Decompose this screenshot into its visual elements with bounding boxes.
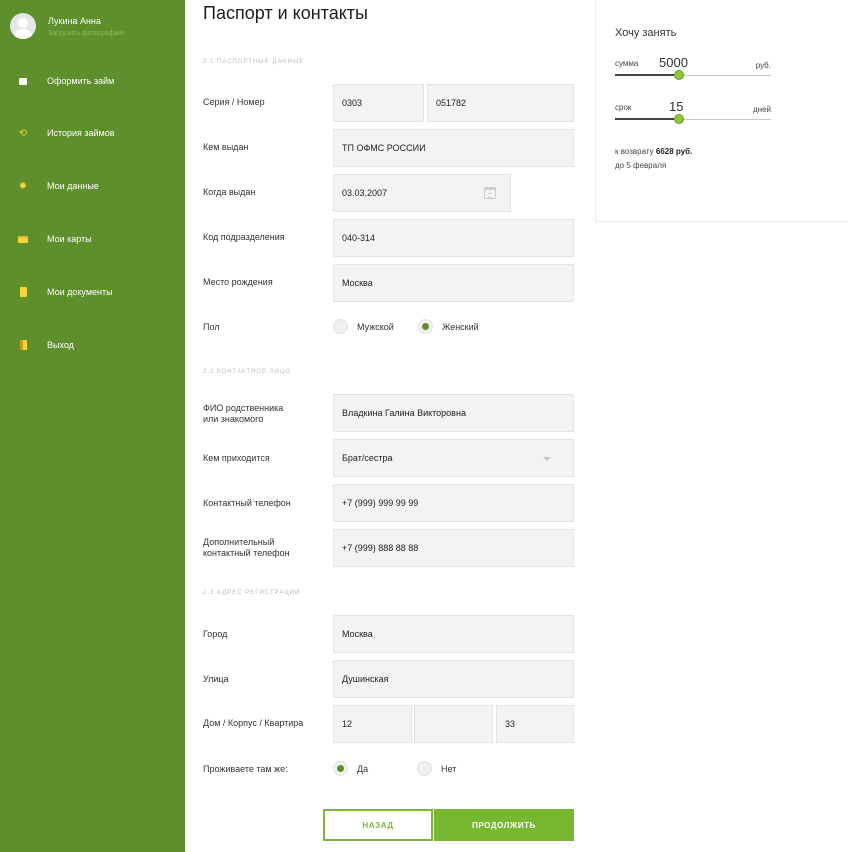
sidebar-item-label: История займов (47, 128, 115, 138)
sum-unit: руб. (755, 61, 771, 70)
contact-phone-input[interactable]: +7 (999) 999 99 99 (333, 484, 574, 522)
live-there-label: Проживаете там же: (203, 764, 288, 774)
term-value: 15 (669, 99, 684, 114)
extra-phone-label: Дополнительный контактный телефон (203, 537, 290, 559)
issued-by-input[interactable]: ТП ОФМС РОССИИ (333, 129, 574, 167)
issued-by-label: Кем выдан (203, 142, 249, 152)
gender-male-option[interactable]: Мужской (333, 319, 394, 334)
extra-phone-input[interactable]: +7 (999) 888 88 88 (333, 529, 574, 567)
sidebar-item-logout[interactable]: Выход (16, 338, 74, 352)
apartment-input[interactable]: 33 (496, 705, 574, 743)
live-there-yes-label: Да (357, 763, 369, 774)
passport-number-input[interactable]: 051782 (427, 84, 574, 122)
extra-phone-label-line1: Дополнительный (203, 537, 275, 547)
section-address-title: 2.3 адрес регистрации (203, 590, 301, 596)
sum-label: сумма (615, 59, 639, 68)
contact-name-label: ФИО родственника или знакомого (203, 403, 283, 425)
series-number-label: Серия / Номер (203, 97, 265, 107)
live-there-no-label: Нет (441, 763, 457, 774)
passport-series-input[interactable]: 0303 (333, 84, 424, 122)
house-input[interactable]: 12 (333, 705, 412, 743)
sidebar-item-label: Мои документы (47, 287, 113, 297)
wallet-icon (16, 74, 30, 88)
sum-slider-track[interactable] (615, 70, 771, 80)
division-code-input[interactable]: 040-314 (333, 219, 574, 257)
issue-date-input[interactable]: 03.03.2007 (333, 174, 511, 212)
gender-male-label: Мужской (357, 321, 394, 332)
gender-female-radio[interactable] (418, 319, 433, 334)
building-input[interactable] (414, 705, 493, 743)
section-passport-title: 2.1 паспортные данные (203, 59, 305, 65)
street-input[interactable]: Душинская (333, 660, 574, 698)
live-there-no-option[interactable]: Нет (417, 761, 456, 776)
issue-date-label: Когда выдан (203, 187, 256, 197)
contact-name-label-line1: ФИО родственника (203, 403, 284, 413)
card-icon (16, 232, 30, 246)
sidebar-item-label: Выход (47, 340, 74, 350)
issue-date-value: 03.03.2007 (342, 188, 388, 198)
due-date: до 5 февраля (615, 161, 667, 170)
relation-select[interactable]: Брат/сестра (333, 439, 574, 477)
contact-name-input[interactable]: Владкина Галина Викторовна (333, 394, 574, 432)
page-title: Паспорт и контакты (203, 3, 368, 23)
gender-female-option[interactable]: Женский (418, 319, 479, 334)
contact-phone-label: Контактный телефон (203, 498, 291, 508)
sum-value: 5000 (659, 55, 688, 70)
return-amount: 6628 руб. (655, 147, 693, 156)
user-name: Лукина Анна (48, 16, 101, 26)
term-slider-handle[interactable] (673, 114, 684, 124)
contact-name-label-line2: или знакомого (203, 414, 264, 424)
sidebar-item-label: Мои данные (47, 181, 99, 191)
birthplace-label: Место рождения (203, 277, 273, 287)
return-amount-text: к возврату 6628 руб. (615, 147, 692, 156)
relation-label: Кем приходится (203, 453, 270, 463)
back-button[interactable]: Назад (323, 809, 433, 841)
sum-slider-handle[interactable] (673, 70, 684, 80)
sidebar-item-label: Оформить займ (47, 76, 115, 86)
city-input[interactable]: Москва (333, 615, 574, 653)
sidebar-item-loan-history[interactable]: ⟲ История займов (16, 126, 115, 140)
avatar[interactable] (10, 13, 36, 39)
live-there-yes-option[interactable]: Да (333, 761, 368, 776)
term-slider-fill (615, 118, 679, 120)
history-icon: ⟲ (18, 127, 28, 139)
sidebar-item-label: Мои карты (47, 234, 92, 244)
gender-female-label: Женский (442, 321, 479, 332)
gender-label: Пол (203, 322, 220, 332)
loan-panel-title: Хочу занять (615, 27, 677, 39)
return-prefix: к возврату (615, 147, 654, 156)
exit-icon (16, 338, 30, 352)
live-there-yes-radio[interactable] (333, 761, 348, 776)
document-icon (16, 285, 30, 299)
sidebar-item-my-data[interactable]: ✹ Мои данные (16, 179, 99, 193)
continue-button[interactable]: Продолжить (434, 809, 574, 841)
term-unit: дней (752, 105, 771, 114)
calendar-icon[interactable] (484, 187, 496, 199)
section-contact-title: 2.2 контактное лицо (203, 369, 291, 375)
sidebar-item-my-cards[interactable]: Мои карты (16, 232, 92, 246)
division-code-label: Код подразделения (203, 232, 285, 242)
relation-value: Брат/сестра (342, 453, 393, 463)
sum-slider-fill (615, 74, 679, 76)
sidebar-item-my-documents[interactable]: Мои документы (16, 285, 113, 299)
term-slider-track[interactable] (615, 114, 771, 124)
gear-icon: ✹ (18, 180, 28, 192)
house-label: Дом / Корпус / Квартира (203, 718, 304, 728)
street-label: Улица (203, 674, 229, 684)
user-profile: Лукина Анна Загрузить фотографию (10, 13, 124, 39)
live-there-no-radio[interactable] (417, 761, 432, 776)
sidebar: Лукина Анна Загрузить фотографию Оформит… (0, 0, 185, 852)
sidebar-item-apply-loan[interactable]: Оформить займ (16, 74, 114, 88)
loan-calculator-panel: Хочу занять сумма 5000 руб. срок 15 дней… (595, 0, 848, 222)
birthplace-input[interactable]: Москва (333, 264, 574, 302)
gender-male-radio[interactable] (333, 319, 348, 334)
upload-photo-link[interactable]: Загрузить фотографию (48, 30, 124, 37)
term-label: срок (615, 103, 632, 112)
chevron-down-icon (543, 457, 551, 461)
extra-phone-label-line2: контактный телефон (203, 548, 290, 558)
city-label: Город (203, 629, 228, 639)
